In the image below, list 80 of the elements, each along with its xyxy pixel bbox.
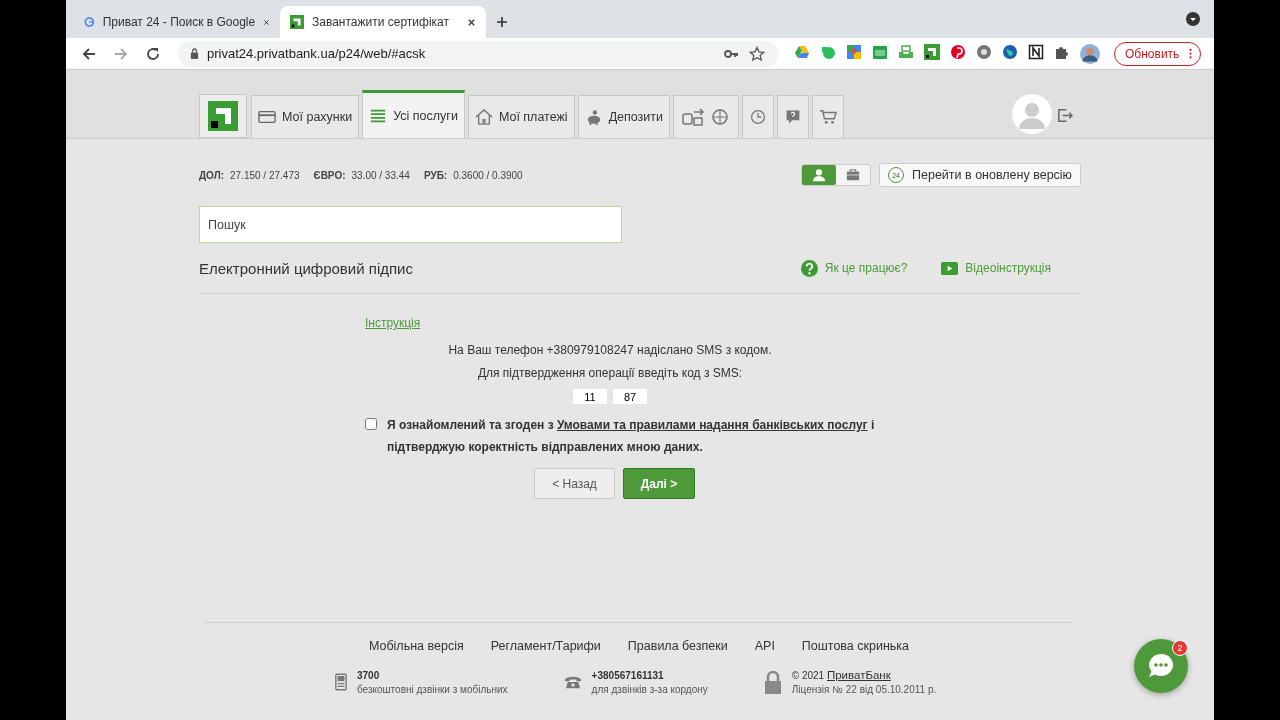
footer-link[interactable]: Регламент/Тарифи [490,639,601,653]
notification-badge: 2 [1172,640,1188,656]
browser-tab[interactable]: Приват 24 - Поиск в Google [74,6,280,38]
lock-icon [190,48,199,59]
nav-tab[interactable] [777,95,810,138]
star-icon[interactable] [749,45,765,62]
drive-icon[interactable] [794,43,810,60]
notion-icon[interactable] [1028,43,1044,60]
lock-icon [763,670,782,694]
play-icon [941,259,959,277]
account-type-toggle[interactable] [801,164,872,186]
list-icon [369,107,388,124]
next-button[interactable]: Далі > [623,468,695,499]
footer-link[interactable]: Поштова скринька [801,639,910,653]
bank-logo[interactable] [199,94,247,138]
rate-value: 27.150 / 27.473 [230,169,300,181]
close-icon[interactable] [263,17,270,27]
back-icon[interactable] [81,45,97,62]
inbox-icon[interactable] [898,43,914,60]
nav-tab[interactable]: Мої рахунки [251,95,360,138]
contact-number: 3700 [357,669,381,681]
contact-caption: для дзвінків з-за кордону [591,683,708,695]
chat-button[interactable] [1134,639,1188,693]
tab-search-icon[interactable] [1186,12,1200,26]
close-icon[interactable] [467,17,476,27]
cart-icon [819,109,838,125]
logout-icon[interactable] [1056,107,1073,124]
agreement-text: Я ознайомлений та згоден з Умовами та правилами надання банківських послуг і підтверджую коректність відправлених мною даних. [387,417,876,456]
copyright-text: © 2021 ПриватБанк [791,669,892,681]
calendar-icon[interactable] [872,43,888,60]
browser-tab[interactable]: Завантажити сертифікат [280,6,486,38]
avatar-icon[interactable] [1080,43,1100,64]
footer-link[interactable]: Мобільна версія [368,639,464,653]
code-field[interactable]: 87 [613,389,647,404]
house-icon [474,109,493,125]
rate-value: 33.00 / 33.44 [351,169,410,181]
briefcase-icon [846,168,861,182]
bank-logo-icon [208,101,238,131]
new-tab-icon[interactable] [496,16,508,28]
forward-icon[interactable] [113,45,129,62]
person-icon [812,168,827,182]
search-field[interactable]: Пошук [199,206,622,243]
more-icon [1189,48,1193,59]
footer-link[interactable]: Правила безпеки [627,639,728,653]
contact-caption: безкоштовні дзвінки з мобільних [357,683,508,695]
mobile-phone-icon [335,673,347,691]
nav-tab[interactable] [742,95,775,138]
rate-label: РУБ: [423,169,448,181]
address-bar[interactable]: privat24.privatbank.ua/p24/web/#acsk [178,40,778,67]
bank-logo-icon[interactable] [924,43,940,60]
history-icon [749,109,768,125]
nav-tab[interactable]: Депозити [577,95,671,138]
nav-tab[interactable]: Мої платежі [467,95,575,138]
contact-number: +380567161131 [591,669,665,681]
update-button[interactable]: Обновить [1114,41,1202,66]
globe-icon[interactable] [1002,43,1018,60]
agreement-checkbox[interactable] [365,418,377,430]
license-text: Ліцензія № 22 від 05.10.2011 р. [791,684,937,695]
code-prompt: Для підтвердження операції введіть код з SMS: [477,366,743,380]
section-title: Електронний цифровий підпис [199,259,413,277]
sms-notice: На Ваш телефон +380979108247 надіслано SMS з кодом. [448,343,772,357]
rate-label: ДОЛ: [199,169,224,181]
back-button[interactable]: < Назад [534,468,615,499]
terms-link[interactable]: Умовами та правилами надання банківських послуг [556,418,868,432]
code-field[interactable]: 11 [573,389,607,404]
bank-logo-icon [290,15,304,29]
nav-tab[interactable]: Усі послуги [362,90,465,138]
question-icon [800,259,818,277]
footer-link[interactable]: API [754,639,775,653]
toggle-option[interactable] [802,165,837,185]
bank-link[interactable]: ПриватБанк [826,669,891,681]
nav-tab[interactable] [673,95,740,138]
rate-value: 0.3600 / 0.3900 [453,169,523,181]
pin-icon[interactable] [950,43,966,60]
reload-icon[interactable] [145,45,161,62]
google-icon [84,15,95,29]
rate-label: ЄВРО: [313,169,346,181]
card-icon [258,109,276,125]
nav-tab[interactable] [812,95,845,138]
telephone-icon [563,675,582,689]
